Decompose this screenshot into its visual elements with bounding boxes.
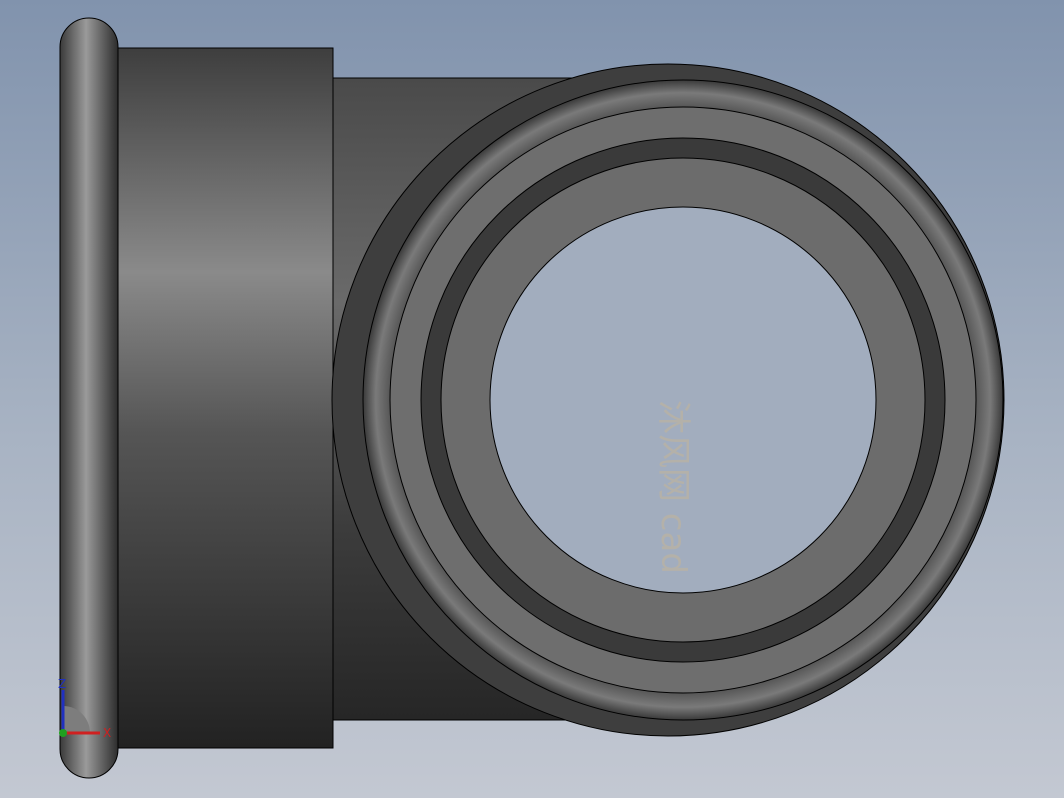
left-rim xyxy=(59,17,119,779)
triad-y-axis xyxy=(59,729,67,737)
left-pipe-section xyxy=(109,47,334,749)
watermark: 沐风网 cad xyxy=(653,400,693,574)
triad-x-label: X xyxy=(103,726,111,740)
cad-viewport[interactable]: 沐风网 cad X Z xyxy=(0,0,1064,798)
triad-z-label: Z xyxy=(58,677,66,691)
cad-model-view[interactable]: 沐风网 cad X Z xyxy=(0,0,1064,798)
